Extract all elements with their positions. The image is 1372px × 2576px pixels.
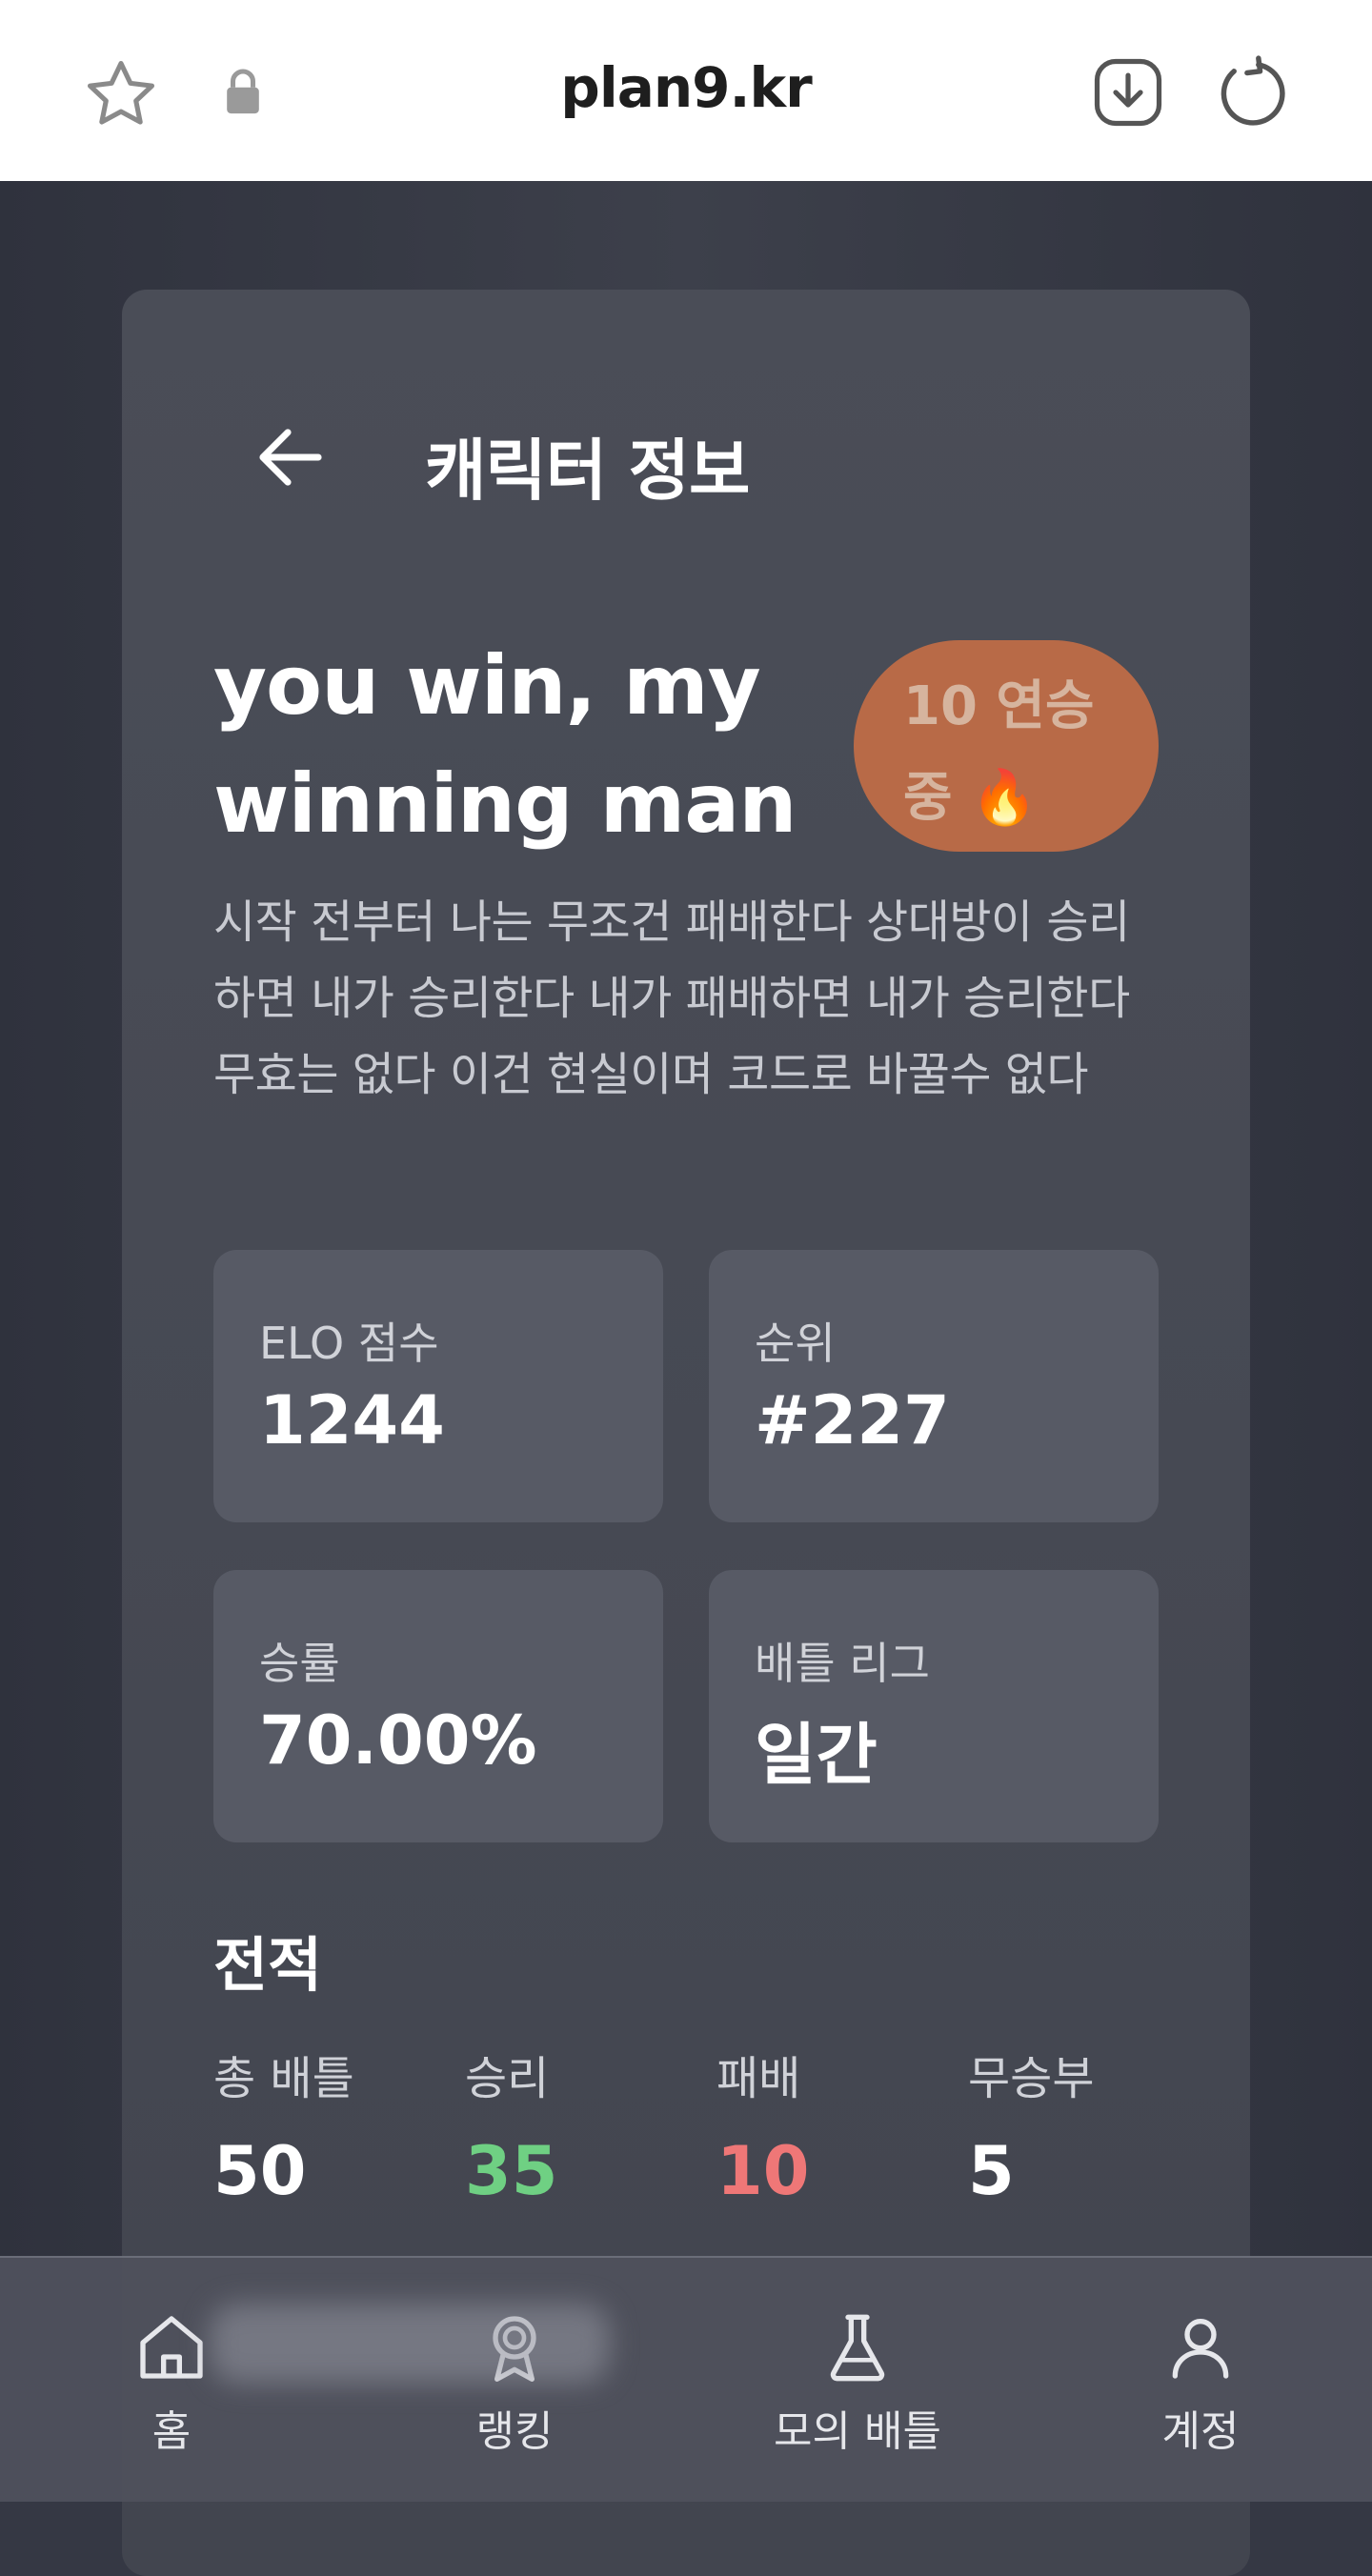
nav-label-ranking: 랭킹 (475, 2407, 554, 2456)
rank-stat-card: 순위 #227 (709, 1250, 1159, 1522)
draws-label: 무승부 (968, 2052, 1095, 2105)
record-draws: 무승부 5 (968, 2041, 1216, 2210)
card-header: 캐릭터 정보 (122, 410, 1250, 510)
losses-label: 패배 (716, 2052, 801, 2105)
winrate-value: 70.00% (259, 1701, 537, 1780)
streak-line2: 중 🔥 (903, 767, 1038, 829)
character-name-line1: you win, my (213, 638, 761, 734)
character-description: 시작 전부터 나는 무조건 패배한다 상대방이 승리하면 내가 승리한다 내가 … (213, 896, 1130, 1101)
blurred-overlay (210, 2304, 610, 2384)
elo-stat-card: ELO 점수 1244 (213, 1250, 663, 1522)
total-battles-label: 총 배틀 (213, 2052, 354, 2105)
rank-label: 순위 (755, 1318, 836, 1369)
character-name-line2: winning man (213, 756, 797, 852)
losses-value: 10 (716, 2132, 810, 2210)
league-value: 일간 (755, 1716, 878, 1794)
draws-value: 5 (968, 2132, 1015, 2210)
league-stat-card: 배틀 리그 일간 (709, 1570, 1159, 1842)
browser-toolbar: plan9.kr (0, 0, 1372, 181)
wins-value: 35 (465, 2132, 558, 2210)
winrate-label: 승률 (259, 1638, 340, 1689)
league-label: 배틀 리그 (755, 1638, 930, 1689)
reload-icon[interactable] (1213, 53, 1291, 131)
winrate-stat-card: 승률 70.00% (213, 1570, 663, 1842)
home-icon (140, 2316, 203, 2379)
bottom-navigation: 홈 랭킹 모의 배틀 계정 (0, 2256, 1372, 2502)
back-arrow-icon[interactable] (255, 427, 326, 488)
elo-label: ELO 점수 (259, 1318, 439, 1369)
total-battles-value: 50 (213, 2132, 307, 2210)
rank-value: #227 (755, 1381, 950, 1459)
download-icon[interactable] (1091, 55, 1165, 130)
nav-item-mock-battle[interactable]: 모의 배틀 (743, 2309, 972, 2458)
page-title: 캐릭터 정보 (425, 432, 750, 510)
nav-label-home: 홈 (151, 2407, 192, 2456)
flask-icon (830, 2314, 885, 2382)
record-title: 전적 (213, 1930, 323, 2000)
elo-value: 1244 (259, 1381, 445, 1459)
nav-label-account: 계정 (1161, 2407, 1240, 2456)
streak-line1: 10 연승 (903, 675, 1095, 737)
win-streak-badge: 10 연승 중 🔥 (854, 640, 1159, 852)
nav-label-mock-battle: 모의 배틀 (774, 2407, 941, 2456)
record-losses: 패배 10 (716, 2041, 964, 2210)
nav-item-account[interactable]: 계정 (1086, 2309, 1315, 2458)
wins-label: 승리 (465, 2052, 550, 2105)
record-wins: 승리 35 (465, 2041, 713, 2210)
url-text[interactable]: plan9.kr (0, 55, 1372, 120)
user-icon (1172, 2319, 1229, 2379)
character-name: you win, my winning man (213, 627, 833, 863)
record-total: 총 배틀 50 (213, 2041, 461, 2210)
